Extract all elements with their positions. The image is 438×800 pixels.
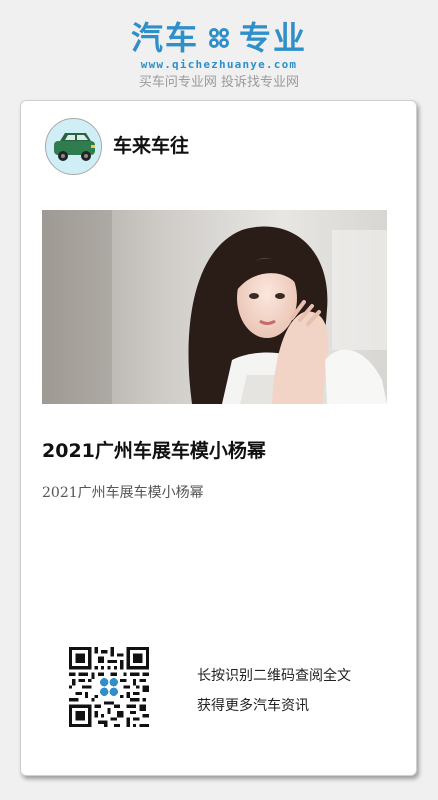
qr-hint-line2: 获得更多汽车资讯 [197, 698, 309, 714]
qr-code-icon[interactable] [69, 647, 149, 727]
article-title: 2021广州车展车模小杨幂 [42, 440, 266, 462]
author-avatar [45, 118, 102, 175]
green-car-icon [54, 133, 95, 161]
logo-wordmark: 汽车 专业 [0, 18, 438, 58]
qr-hint-line1: 长按识别二维码查阅全文 [197, 668, 351, 684]
gear-logo-icon [209, 28, 229, 48]
article-summary: 2021广州车展车模小杨幂 [42, 485, 204, 501]
article-card: 车来车往 2021广州车展车模小杨幂 2021广州车展车模小杨幂 长按识别二维码… [20, 100, 417, 776]
article-photo[interactable] [42, 210, 387, 404]
logo-slogan: 买车问专业网 投诉找专业网 [138, 75, 300, 90]
logo-text-left: 汽车 [130, 19, 199, 57]
logo-text-right: 专业 [239, 19, 308, 57]
site-logo: 汽车 专业 www.qichezhuanye.com 买车问专业网 投诉找专业网 [0, 18, 438, 92]
logo-url: www.qichezhuanye.com [140, 58, 298, 71]
author-name: 车来车往 [113, 135, 190, 157]
photo-image [42, 210, 387, 404]
qr-hint: 长按识别二维码查阅全文 获得更多汽车资讯 [197, 661, 351, 721]
